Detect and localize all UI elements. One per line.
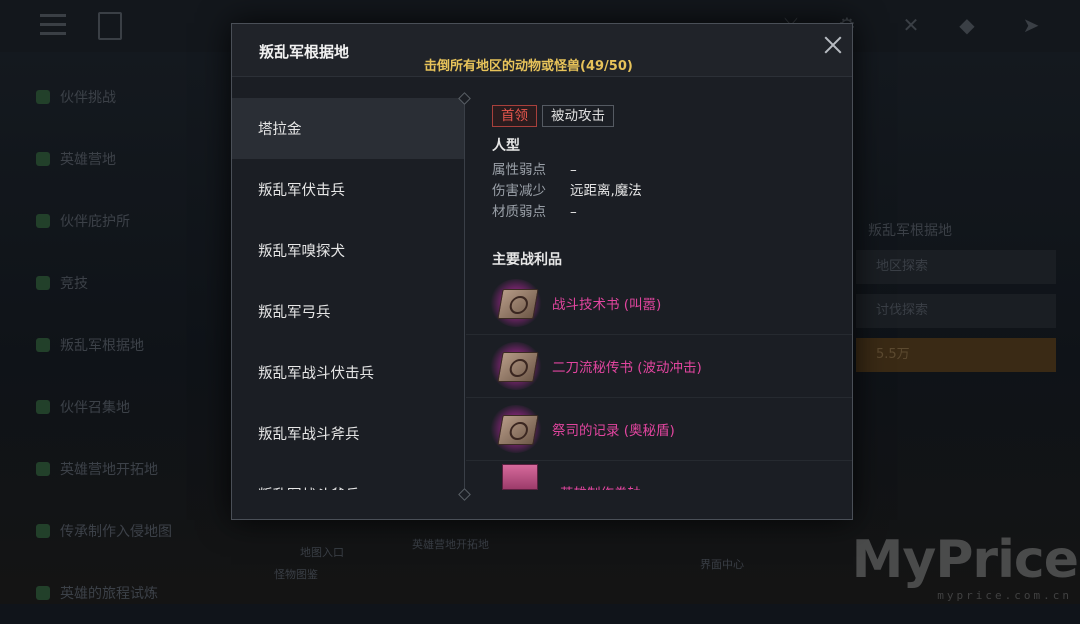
- background-menu-item: 伙伴召集地: [36, 376, 236, 438]
- monster-list-item[interactable]: 塔拉金: [232, 98, 464, 159]
- crest-icon: ◆: [959, 13, 975, 37]
- background-menu-item: 英雄营地开拓地: [36, 438, 236, 500]
- background-bottom-label: 英雄营地开拓地: [412, 538, 489, 551]
- attribute-row: 属性弱点 –: [492, 158, 577, 178]
- navigation-icon: ➤: [1022, 13, 1040, 37]
- background-menu-icon: [36, 214, 50, 228]
- monster-tags: 首领 被动攻击: [492, 105, 614, 127]
- watermark-logo: MyPrice: [851, 530, 1079, 590]
- background-menu-label: 伙伴召集地: [60, 400, 130, 416]
- loot-item-name: 英雄制作卷轴: [560, 482, 641, 490]
- background-menu-icon: [36, 152, 50, 166]
- monster-detail-panel: 首领 被动攻击 人型 属性弱点 – 伤害减少 远距离,魔法 材质弱点 – 主要战利品 …: [466, 98, 852, 490]
- background-menu-label: 叛乱军根据地: [60, 338, 144, 354]
- background-right-row: 5.5万: [856, 338, 1056, 372]
- monster-race: 人型: [492, 138, 520, 154]
- background-menu-icon: [36, 400, 50, 414]
- background-menu-icon: [36, 524, 50, 538]
- background-menu-label: 英雄营地: [60, 152, 116, 168]
- background-bottom-label: 地图入口: [300, 546, 344, 559]
- background-menu-item: 竞技: [36, 252, 236, 314]
- monster-list-item[interactable]: 叛乱军战斗伏击兵: [232, 342, 464, 403]
- attribute-key: 材质弱点: [492, 204, 546, 220]
- background-menu-icon: [36, 276, 50, 290]
- background-menu-label: 竞技: [60, 276, 88, 292]
- close-button[interactable]: [822, 34, 844, 56]
- pickaxe-icon: ✕: [902, 13, 920, 37]
- loot-item-name: 祭司的记录 (奥秘盾): [552, 423, 675, 439]
- monster-list-item[interactable]: 叛乱军嗅探犬: [232, 220, 464, 281]
- background-menu-icon: [36, 338, 50, 352]
- background-menu-item: 传承制作入侵地图: [36, 500, 236, 562]
- background-menu-item: 英雄的旅程试炼: [36, 562, 236, 624]
- scroll-icon: [502, 464, 538, 490]
- loot-item-name: 二刀流秘传书 (波动冲击): [552, 360, 702, 376]
- background-right-panel: 叛乱军根据地 地区探索 讨伐探索 5.5万: [856, 200, 1056, 420]
- monster-list-item[interactable]: 叛乱军弓兵: [232, 281, 464, 342]
- watermark-url: myprice.com.cn: [937, 589, 1072, 602]
- background-left-menu: 伙伴挑战英雄营地伙伴庇护所竞技叛乱军根据地 伙伴召集地英雄营地开拓地 传承制作入侵地…: [36, 66, 236, 624]
- modal-header: 叛乱军根据地 击倒所有地区的动物或怪兽(49/50): [232, 24, 852, 77]
- monster-list[interactable]: 塔拉金叛乱军伏击兵叛乱军嗅探犬叛乱军弓兵叛乱军战斗伏击兵叛乱军战斗斧兵叛乱军战斗…: [232, 98, 464, 490]
- background-right-title: 叛乱军根据地: [868, 223, 952, 239]
- skill-book-icon: [488, 277, 548, 329]
- region-objective-text: 击倒所有地区的动物或怪兽(49/50): [424, 59, 633, 74]
- menu-icon: [40, 14, 66, 36]
- list-divider: [464, 96, 465, 496]
- loot-section-title: 主要战利品: [492, 252, 562, 268]
- background-menu-item: 英雄营地: [36, 128, 236, 190]
- monster-list-item[interactable]: 叛乱军战斗斧兵: [232, 403, 464, 464]
- background-menu-item: 叛乱军根据地: [36, 314, 236, 376]
- loot-item[interactable]: 二刀流秘传书 (波动冲击): [466, 335, 852, 398]
- monster-list-item[interactable]: 叛乱军战斗斧兵: [232, 464, 464, 490]
- loot-item[interactable]: 祭司的记录 (奥秘盾): [466, 398, 852, 461]
- loot-item-name: 战斗技术书 (叫嚣): [552, 297, 662, 313]
- boss-tag: 首领: [492, 105, 537, 127]
- region-codex-modal: 叛乱军根据地 击倒所有地区的动物或怪兽(49/50) 塔拉金 叛乱军伏击兵 叛乱军嗅…: [231, 23, 853, 520]
- background-menu-icon: [36, 90, 50, 104]
- background-right-row: 地区探索: [856, 250, 1056, 284]
- background-menu-item: 伙伴庇护所: [36, 190, 236, 252]
- background-menu-icon: [36, 462, 50, 476]
- modal-title: 叛乱军根据地: [259, 43, 350, 61]
- background-menu-label: 传承制作入侵地图: [60, 524, 172, 540]
- attribute-key: 伤害减少: [492, 183, 546, 199]
- background-menu-item: 伙伴挑战: [36, 66, 236, 128]
- attribute-row: 伤害减少 远距离,魔法: [492, 179, 642, 199]
- codex-book-icon: [98, 12, 122, 40]
- background-bottom-label: 界面中心: [700, 558, 744, 571]
- attribute-value: –: [570, 204, 577, 220]
- loot-item[interactable]: 战斗技术书 (叫嚣): [466, 272, 852, 335]
- background-menu-label: 英雄营地开拓地: [60, 462, 158, 478]
- skill-book-icon: [488, 403, 548, 455]
- loot-item[interactable]: 英雄制作卷轴: [466, 464, 852, 490]
- background-bottom-label: 怪物图鉴: [274, 568, 318, 581]
- background-menu-label: 伙伴庇护所: [60, 214, 130, 230]
- monster-list-item[interactable]: 叛乱军伏击兵: [232, 159, 464, 220]
- background-bottom-bar: 地图入口 英雄营地开拓地 界面中心 怪物图鉴: [260, 536, 860, 596]
- attribute-key: 属性弱点: [492, 162, 546, 178]
- background-menu-label: 英雄的旅程试炼: [60, 586, 158, 602]
- background-menu-label: 伙伴挑战: [60, 90, 116, 106]
- attribute-value: 远距离,魔法: [570, 183, 642, 199]
- background-right-row: 讨伐探索: [856, 294, 1056, 328]
- skill-book-icon: [488, 340, 548, 392]
- attribute-value: –: [570, 162, 577, 178]
- divider-knob-bottom: [458, 488, 471, 501]
- passive-attack-tag: 被动攻击: [542, 105, 614, 127]
- background-menu-icon: [36, 586, 50, 600]
- attribute-row: 材质弱点 –: [492, 200, 577, 220]
